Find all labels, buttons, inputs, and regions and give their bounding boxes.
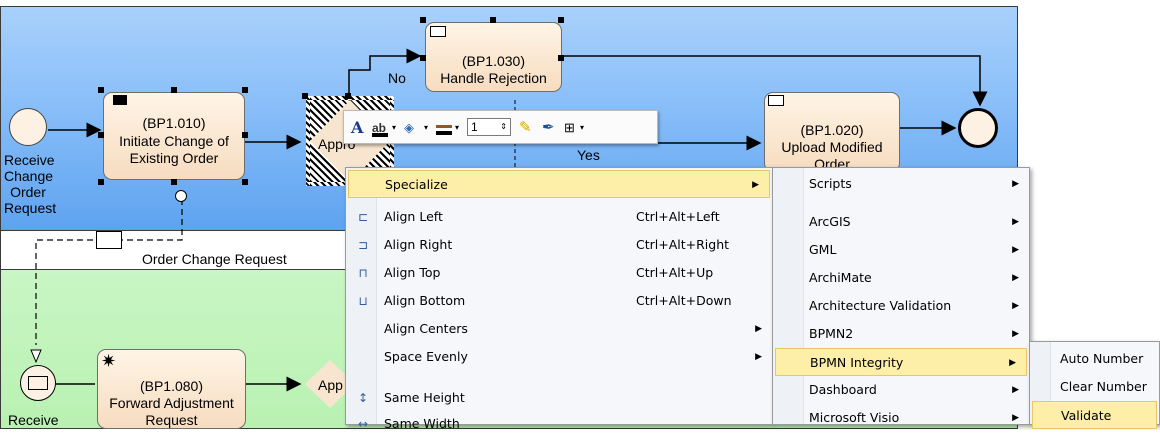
submenu-item-clear-number[interactable]: Clear Number (1030, 373, 1159, 401)
submenu-item-arcgis[interactable]: ArcGIS ▶ (773, 208, 1029, 236)
task-name: Request (145, 412, 198, 428)
task-upload-modified-order[interactable]: (BP1.020) Upload Modified Order (764, 92, 900, 172)
envelope-icon (113, 95, 127, 105)
bpmn-integrity-submenu: Auto Number Clear Number Validate (1029, 341, 1160, 429)
same-height-icon: ↕ (357, 391, 369, 405)
format-painter-icon[interactable]: ✎ (519, 119, 532, 137)
submenu-item-auto-number[interactable]: Auto Number (1030, 345, 1159, 373)
chevron-down-icon[interactable]: ▾ (392, 119, 396, 137)
align-bottom-icon: ⊔ (358, 294, 368, 308)
envelope-icon (768, 95, 784, 106)
resize-handle[interactable] (420, 17, 426, 23)
start-event[interactable] (9, 108, 47, 146)
text-color-icon[interactable]: ab (372, 119, 388, 137)
chevron-down-icon[interactable]: ▾ (455, 119, 459, 137)
message-envelope-icon (96, 231, 122, 249)
menu-item-same-width[interactable]: ↔ Same Width (346, 410, 772, 438)
submenu-item-architecture-validation[interactable]: Architecture Validation ▶ (773, 292, 1029, 320)
resize-handle[interactable] (420, 55, 426, 61)
spinner-icon[interactable]: ⇕ (500, 119, 507, 135)
submenu-item-bpmn2[interactable]: BPMN2 ▶ (773, 320, 1029, 348)
submenu-arrow-icon: ▶ (755, 324, 762, 334)
resize-handle[interactable] (98, 179, 104, 185)
submenu-arrow-icon: ▶ (1012, 273, 1019, 283)
submenu-item-microsoft-visio[interactable]: Microsoft Visio ▶ (773, 404, 1029, 432)
menu-item-align-right[interactable]: ⊐ Align Right Ctrl+Alt+Right (346, 231, 772, 259)
flow-label-no: No (388, 70, 406, 86)
font-icon[interactable]: A (351, 119, 363, 137)
envelope-icon (28, 376, 48, 390)
resize-handle[interactable] (98, 132, 104, 138)
resize-handle[interactable] (98, 87, 104, 93)
gear-icon: ✷ (101, 351, 117, 371)
submenu-arrow-icon: ▶ (1012, 217, 1019, 227)
menu-item-align-centers[interactable]: Align Centers ▶ (346, 315, 772, 343)
submenu-item-scripts[interactable]: Scripts ▶ (773, 170, 1029, 198)
resize-handle[interactable] (345, 93, 351, 99)
chevron-down-icon[interactable]: ▾ (580, 119, 584, 137)
task-name: Existing Order (129, 150, 219, 166)
submenu-item-dashboard[interactable]: Dashboard ▶ (773, 376, 1029, 404)
task-name: Upload Modified (781, 139, 883, 155)
start-event-label: Receive Change Order Request (4, 152, 57, 216)
attached-event-icon (175, 190, 187, 202)
message-flow-label: Order Change Request (142, 251, 287, 267)
submenu-arrow-icon: ▶ (1012, 179, 1019, 189)
submenu-arrow-icon: ▶ (1009, 358, 1016, 368)
envelope-icon (430, 26, 446, 37)
pen-icon[interactable]: ✒ (542, 119, 555, 137)
line-width-field[interactable]: 1 ⇕ (467, 118, 511, 136)
resize-handle[interactable] (242, 132, 248, 138)
layout-icon[interactable]: ⊞ (564, 119, 575, 137)
task-name: Handle Rejection (440, 70, 547, 86)
receive-event-label: Receive (8, 412, 59, 428)
submenu-arrow-icon: ▶ (1012, 385, 1019, 395)
task-id: (BP1.010) (142, 115, 206, 131)
menu-item-specialize[interactable]: Specialize ▶ (348, 170, 770, 198)
align-right-icon: ⊐ (357, 238, 369, 252)
menu-item-space-evenly[interactable]: Space Evenly ▶ (346, 343, 772, 371)
task-name: Initiate Change of (119, 133, 229, 149)
submenu-item-bpmn-integrity[interactable]: BPMN Integrity ▶ (775, 348, 1027, 376)
resize-handle[interactable] (558, 17, 564, 23)
gateway-2-label: App (318, 377, 343, 393)
task-initiate-change[interactable]: (BP1.010) Initiate Change of Existing Or… (103, 92, 245, 180)
submenu-arrow-icon: ▶ (1012, 329, 1019, 339)
submenu-item-archimate[interactable]: ArchiMate ▶ (773, 264, 1029, 292)
task-id: (BP1.020) (800, 122, 864, 138)
resize-handle[interactable] (171, 87, 177, 93)
flow-label-yes: Yes (577, 147, 600, 163)
resize-handle[interactable] (171, 179, 177, 185)
submenu-arrow-icon: ▶ (1012, 301, 1019, 311)
submenu-arrow-icon: ▶ (1012, 413, 1019, 423)
task-id: (BP1.080) (139, 378, 204, 394)
resize-handle[interactable] (558, 55, 564, 61)
resize-handle[interactable] (242, 179, 248, 185)
align-top-icon: ⊓ (358, 266, 368, 280)
align-left-icon: ⊏ (357, 210, 369, 224)
menu-item-align-bottom[interactable]: ⊔ Align Bottom Ctrl+Alt+Down (346, 287, 772, 315)
menu-item-same-height[interactable]: ↕ Same Height (346, 384, 772, 412)
chevron-down-icon[interactable]: ▾ (424, 119, 428, 137)
submenu-arrow-icon: ▶ (752, 180, 759, 190)
submenu-arrow-icon: ▶ (1012, 245, 1019, 255)
fill-color-icon[interactable]: ◈ (404, 119, 414, 137)
resize-handle[interactable] (242, 87, 248, 93)
context-menu: Specialize ▶ ⊏ Align Left Ctrl+Alt+Left … (345, 167, 773, 431)
task-forward-adjustment[interactable]: (BP1.080) Forward Adjustment Request (97, 349, 246, 429)
menu-item-align-top[interactable]: ⊓ Align Top Ctrl+Alt+Up (346, 259, 772, 287)
task-name: Forward Adjustment (109, 395, 234, 411)
end-event[interactable] (958, 108, 998, 148)
resize-handle[interactable] (302, 93, 308, 99)
specialize-submenu: Scripts ▶ ArcGIS ▶ GML ▶ ArchiMate ▶ Archite… (772, 167, 1030, 425)
task-id: (BP1.030) (461, 53, 526, 69)
same-width-icon: ↔ (357, 417, 369, 431)
menu-item-align-left[interactable]: ⊏ Align Left Ctrl+Alt+Left (346, 203, 772, 231)
resize-handle[interactable] (490, 17, 496, 23)
formatting-toolbar: A ab ▾ ◈ ▾ ▾ 1 ⇕ ✎ ✒ ⊞ ▾ (343, 110, 658, 144)
submenu-item-gml[interactable]: GML ▶ (773, 236, 1029, 264)
submenu-arrow-icon: ▶ (755, 352, 762, 362)
